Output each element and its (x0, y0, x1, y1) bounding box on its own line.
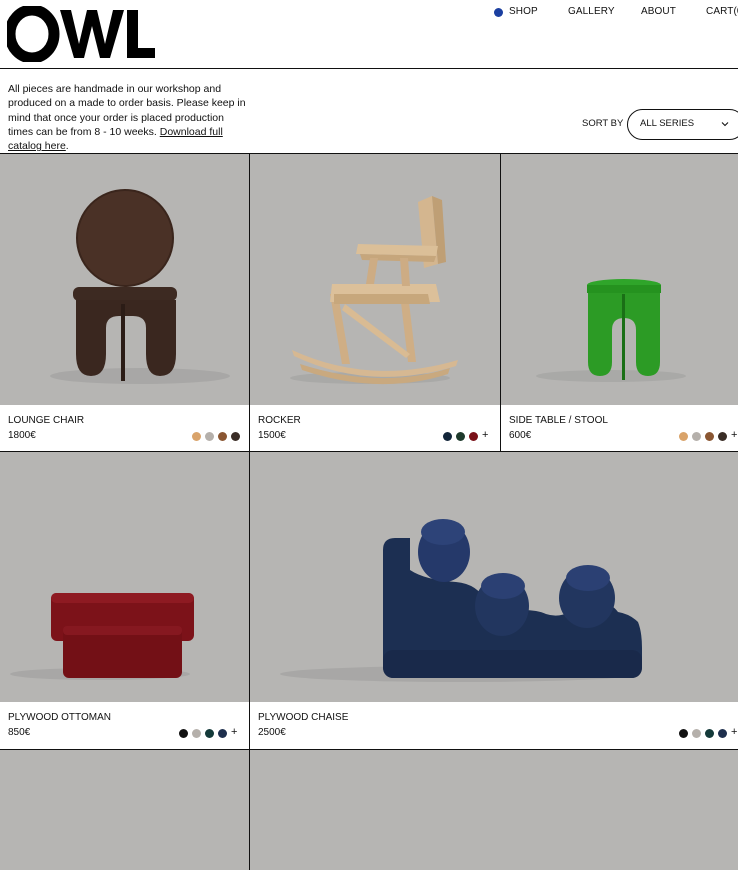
sort-label: SORT BY (582, 118, 624, 129)
swatch[interactable] (192, 432, 201, 441)
chevron-down-icon (721, 122, 729, 127)
swatch[interactable] (218, 729, 227, 738)
ottoman-illustration (10, 593, 194, 680)
product-image[interactable] (0, 750, 249, 870)
swatch[interactable] (179, 729, 188, 738)
product-image[interactable] (250, 452, 738, 702)
rocker-illustration (290, 196, 458, 385)
product-info: PLYWOOD CHAISE 2500€ + (250, 702, 738, 749)
swatch[interactable] (469, 432, 478, 441)
product-name[interactable]: LOUNGE CHAIR (8, 415, 84, 426)
swatch[interactable] (205, 432, 214, 441)
swatch[interactable] (705, 729, 714, 738)
product-image[interactable] (501, 154, 738, 405)
product-price: 1500€ (258, 430, 286, 441)
chaise-illustration (280, 519, 642, 682)
swatch[interactable] (205, 729, 214, 738)
product-info: PLYWOOD OTTOMAN 850€ + (0, 702, 249, 749)
swatch[interactable] (679, 432, 688, 441)
swatch[interactable] (443, 432, 452, 441)
more-colors-button[interactable]: + (731, 726, 737, 738)
owl-logo-mark (4, 4, 155, 64)
product-info: LOUNGE CHAIR 1800€ (0, 405, 249, 451)
swatch[interactable] (231, 432, 240, 441)
product-card-rocker[interactable]: ROCKER 1500€ + (250, 154, 500, 451)
product-name[interactable]: PLYWOOD OTTOMAN (8, 712, 111, 723)
intro-text: All pieces are handmade in our workshop … (8, 82, 248, 153)
product-name[interactable]: ROCKER (258, 415, 301, 426)
more-colors-button[interactable]: + (482, 429, 488, 441)
product-card-plywood-chaise[interactable]: PLYWOOD CHAISE 2500€ + (250, 452, 738, 749)
nav-shop[interactable]: SHOP (509, 6, 538, 17)
product-info: SIDE TABLE / STOOL 600€ + (501, 405, 738, 451)
side-table-illustration (536, 279, 686, 382)
product-name[interactable]: SIDE TABLE / STOOL (509, 415, 608, 426)
product-info: ROCKER 1500€ + (250, 405, 500, 451)
product-image[interactable] (0, 452, 249, 702)
swatch[interactable] (718, 432, 727, 441)
intro-bar: All pieces are handmade in our workshop … (0, 69, 738, 154)
product-card-partial[interactable] (0, 750, 249, 870)
active-dot-icon (494, 8, 503, 17)
more-colors-button[interactable]: + (231, 726, 237, 738)
site-header: SHOP GALLERY ABOUT CART(0 (0, 0, 738, 69)
product-card-partial[interactable] (250, 750, 738, 870)
intro-tail: . (65, 140, 69, 153)
sort-value: ALL SERIES (640, 118, 695, 129)
product-price: 1800€ (8, 430, 36, 441)
product-card-plywood-ottoman[interactable]: PLYWOOD OTTOMAN 850€ + (0, 452, 249, 749)
nav-about[interactable]: ABOUT (641, 6, 676, 17)
product-image[interactable] (0, 154, 249, 405)
more-colors-button[interactable]: + (731, 429, 737, 441)
product-price: 2500€ (258, 727, 286, 738)
swatch[interactable] (192, 729, 201, 738)
product-price: 600€ (509, 430, 532, 441)
swatch[interactable] (705, 432, 714, 441)
swatch[interactable] (456, 432, 465, 441)
nav-cart[interactable]: CART(0 (706, 6, 738, 17)
owl-logo[interactable] (4, 4, 157, 67)
swatch[interactable] (679, 729, 688, 738)
nav-gallery[interactable]: GALLERY (568, 6, 615, 17)
product-image[interactable] (250, 154, 500, 405)
product-price: 850€ (8, 727, 31, 738)
swatch[interactable] (692, 432, 701, 441)
sort-select[interactable]: ALL SERIES (627, 109, 738, 140)
product-card-lounge-chair[interactable]: LOUNGE CHAIR 1800€ (0, 154, 249, 451)
product-card-side-table[interactable]: SIDE TABLE / STOOL 600€ + (501, 154, 738, 451)
product-name[interactable]: PLYWOOD CHAISE (258, 712, 348, 723)
swatch[interactable] (218, 432, 227, 441)
lounge-chair-illustration (50, 189, 230, 384)
swatch[interactable] (718, 729, 727, 738)
product-image[interactable] (250, 750, 738, 870)
swatch[interactable] (692, 729, 701, 738)
